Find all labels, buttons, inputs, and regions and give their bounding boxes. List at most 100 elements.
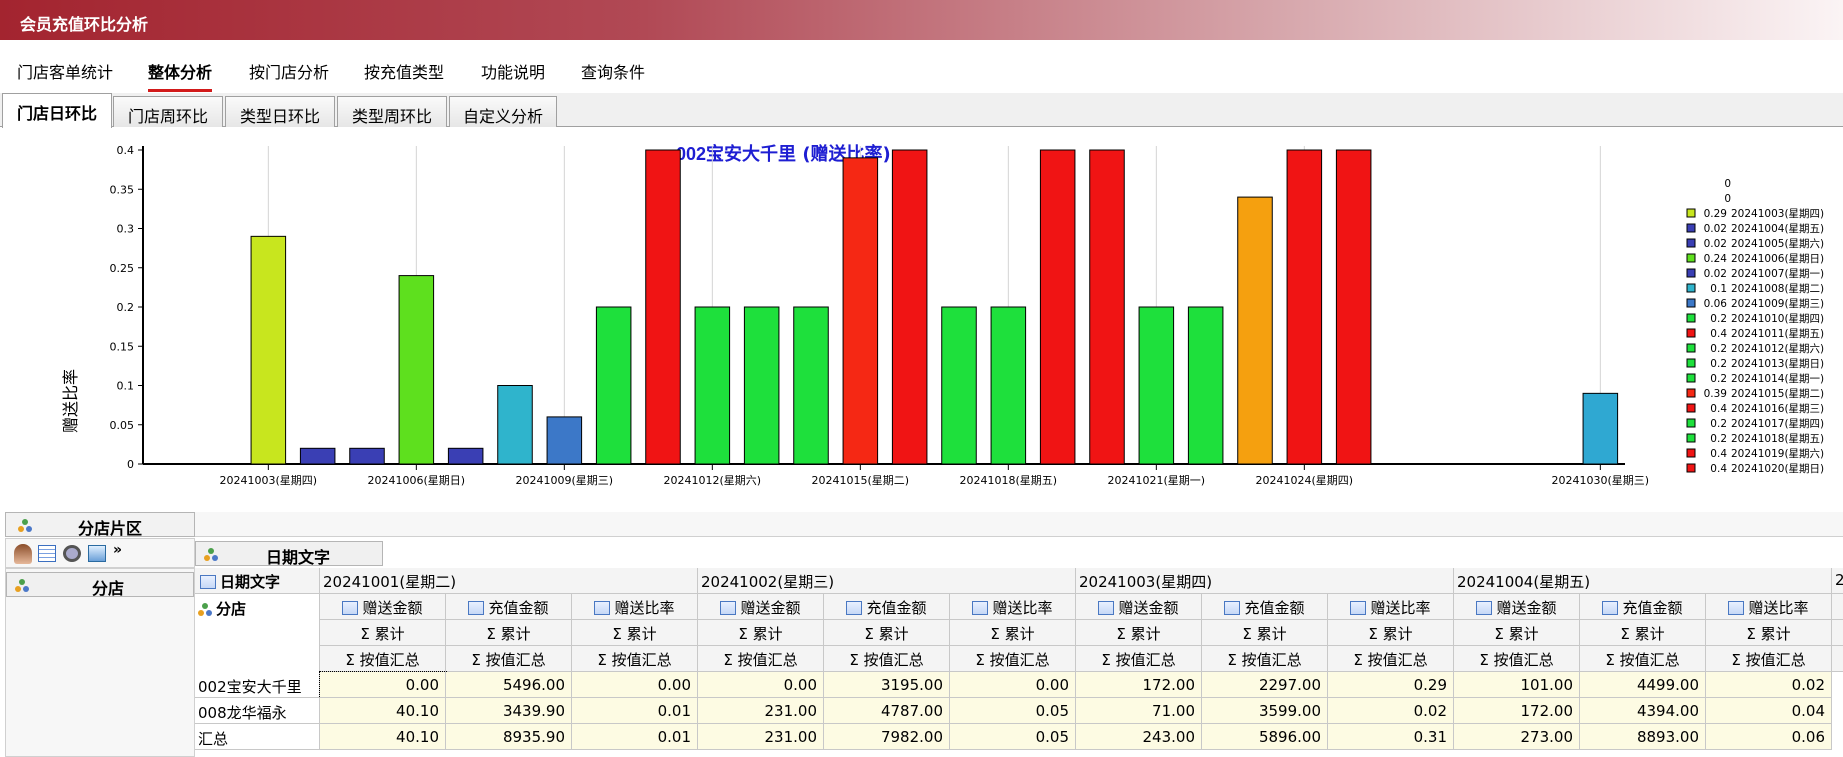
- date-column-header[interactable]: 20241001(星期二): [320, 568, 698, 594]
- tab-store-daily[interactable]: 门店日环比: [2, 93, 112, 128]
- table-cell[interactable]: 40.10: [320, 724, 446, 750]
- date-column-header[interactable]: 20241003(星期四): [1076, 568, 1454, 594]
- user-icon[interactable]: [14, 544, 32, 564]
- table-cell[interactable]: 0.01: [572, 724, 698, 750]
- grid-icon[interactable]: [38, 545, 56, 562]
- measure-header[interactable]: 赠送比率: [1706, 594, 1832, 620]
- column-field-chip[interactable]: 日期文字: [195, 541, 383, 567]
- menu-item-overall[interactable]: 整体分析: [148, 59, 213, 92]
- measure-header[interactable]: 赠送比率: [1328, 594, 1454, 620]
- settings-icon[interactable]: [63, 545, 81, 562]
- table-cell[interactable]: 0.29: [1328, 672, 1454, 698]
- table-cell[interactable]: 4394.00: [1580, 698, 1706, 724]
- bar-20241015[interactable]: [842, 157, 879, 465]
- table-cell[interactable]: 3599.00: [1202, 698, 1328, 724]
- table-cell[interactable]: 4787.00: [824, 698, 950, 724]
- table-cell[interactable]: 0.00: [319, 671, 447, 699]
- table-cell[interactable]: 5896.00: [1202, 724, 1328, 750]
- measure-header[interactable]: 赠送比率: [572, 594, 698, 620]
- tab-custom[interactable]: 自定义分析: [449, 96, 557, 127]
- table-cell[interactable]: 0.06: [1706, 724, 1832, 750]
- bar-20241007[interactable]: [447, 447, 484, 465]
- bar-20241005[interactable]: [349, 447, 385, 465]
- bar-20241025[interactable]: [1335, 149, 1372, 465]
- bar-20241022[interactable]: [1187, 306, 1224, 465]
- bar-20241016[interactable]: [891, 149, 928, 465]
- table-cell[interactable]: 231.00: [698, 698, 824, 724]
- table-cell[interactable]: 5496.00: [446, 672, 572, 698]
- bar-20241004[interactable]: [299, 447, 336, 465]
- bar-20241011[interactable]: [645, 149, 681, 465]
- bar-20241019[interactable]: [1039, 149, 1076, 465]
- menu-item-by-store[interactable]: 按门店分析: [249, 59, 329, 92]
- bar-20241003[interactable]: [250, 235, 287, 465]
- row-field-chip[interactable]: 分店: [6, 572, 194, 598]
- date-column-header[interactable]: 2: [1832, 568, 1843, 594]
- table-cell[interactable]: 243.00: [1076, 724, 1202, 750]
- tab-type-daily[interactable]: 类型日环比: [225, 96, 335, 127]
- measure-header[interactable]: 赠送金额: [1454, 594, 1580, 620]
- filter-area[interactable]: 分店片区: [5, 512, 195, 538]
- table-cell[interactable]: 172.00: [1454, 698, 1580, 724]
- table-row-label[interactable]: 002宝安大千里: [195, 672, 320, 698]
- table-cell[interactable]: 0.00: [950, 672, 1076, 698]
- filter-drop-zone[interactable]: [195, 512, 1843, 537]
- measure-header[interactable]: 充值金额: [1202, 594, 1328, 620]
- bar-20241018[interactable]: [990, 306, 1027, 465]
- table-row-label[interactable]: 008龙华福永: [195, 698, 320, 724]
- bar-20241021[interactable]: [1138, 306, 1175, 465]
- bar-20241030[interactable]: [1582, 392, 1619, 465]
- tab-store-weekly[interactable]: 门店周环比: [113, 96, 223, 127]
- bar-20241020[interactable]: [1089, 149, 1125, 465]
- date-column-header[interactable]: 20241002(星期三): [698, 568, 1076, 594]
- table-cell[interactable]: 71.00: [1076, 698, 1202, 724]
- more-icon[interactable]: »: [113, 542, 122, 558]
- table-row-label[interactable]: 汇总: [195, 724, 320, 750]
- table-cell[interactable]: 231.00: [698, 724, 824, 750]
- table-cell[interactable]: 0.02: [1328, 698, 1454, 724]
- table-cell[interactable]: 40.10: [320, 698, 446, 724]
- bar-20241009[interactable]: [546, 416, 583, 465]
- bar-20241023[interactable]: [1237, 196, 1273, 465]
- bar-20241012[interactable]: [694, 306, 731, 465]
- menu-item-by-type[interactable]: 按充值类型: [364, 59, 444, 92]
- menu-item-query[interactable]: 查询条件: [581, 59, 645, 92]
- export-icon[interactable]: [88, 545, 106, 562]
- measure-header[interactable]: 赠送金额: [320, 594, 446, 620]
- measure-header[interactable]: 赠送金额: [698, 594, 824, 620]
- tab-type-weekly[interactable]: 类型周环比: [337, 96, 447, 127]
- table-cell[interactable]: 2297.00: [1202, 672, 1328, 698]
- bar-20241017[interactable]: [941, 306, 977, 465]
- table-cell[interactable]: 3439.90: [446, 698, 572, 724]
- table-cell[interactable]: 4499.00: [1580, 672, 1706, 698]
- table-cell[interactable]: 0.31: [1328, 724, 1454, 750]
- measure-header[interactable]: 充值金额: [1580, 594, 1706, 620]
- table-cell[interactable]: 7982.00: [824, 724, 950, 750]
- table-cell[interactable]: 273.00: [1454, 724, 1580, 750]
- table-cell[interactable]: 8935.90: [446, 724, 572, 750]
- measure-header[interactable]: 赠送金额: [1076, 594, 1202, 620]
- bar-20241013[interactable]: [743, 306, 780, 465]
- table-cell[interactable]: 0.05: [950, 698, 1076, 724]
- measure-header[interactable]: 赠送比率: [950, 594, 1076, 620]
- bar-20241014[interactable]: [793, 306, 829, 465]
- measure-header[interactable]: 充值金额: [824, 594, 950, 620]
- menu-item-help[interactable]: 功能说明: [481, 59, 545, 92]
- table-cell[interactable]: 3195.00: [824, 672, 950, 698]
- measure-header[interactable]: 充值金额: [446, 594, 572, 620]
- bar-20241010[interactable]: [595, 306, 632, 465]
- column-header-field[interactable]: 日期文字: [195, 568, 320, 594]
- menu-item-store-stats[interactable]: 门店客单统计: [17, 59, 113, 92]
- table-cell[interactable]: 101.00: [1454, 672, 1580, 698]
- measure-header[interactable]: 赠送金额: [1832, 594, 1843, 620]
- table-cell[interactable]: 8893.00: [1580, 724, 1706, 750]
- bar-20241006[interactable]: [398, 275, 435, 465]
- bar-20241024[interactable]: [1286, 149, 1323, 465]
- table-cell[interactable]: 0.05: [950, 724, 1076, 750]
- date-column-header[interactable]: 20241004(星期五): [1454, 568, 1832, 594]
- table-cell[interactable]: 0.04: [1706, 698, 1832, 724]
- table-cell[interactable]: 0.02: [1706, 672, 1832, 698]
- table-cell[interactable]: 0.00: [698, 672, 824, 698]
- table-cell[interactable]: 0.00: [572, 672, 698, 698]
- table-cell[interactable]: 172.00: [1076, 672, 1202, 698]
